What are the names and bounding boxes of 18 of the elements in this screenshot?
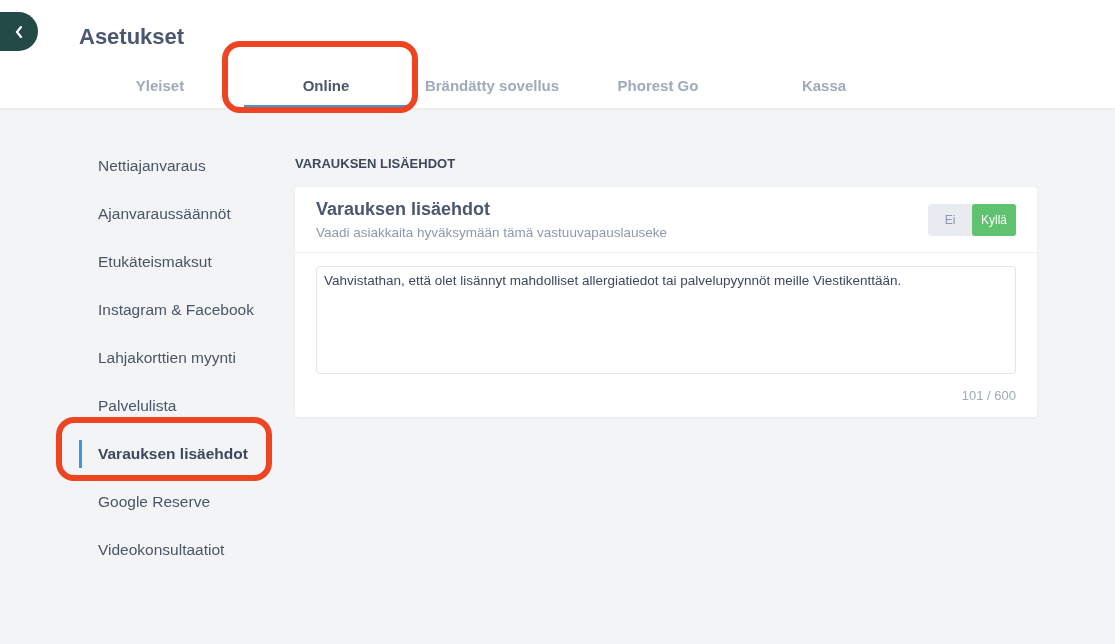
section-heading: VARAUKSEN LISÄEHDOT — [295, 155, 457, 171]
sidebar-item[interactable]: Videokonsultaatiot — [79, 536, 225, 564]
text-area[interactable]: Vahvistathan, että olet lisännyt mahdolliset allergiatiedot tai palvelupyynnöt meille Viestikenttään. — [316, 266, 1016, 374]
card-title: Varauksen lisäehdot — [316, 199, 492, 220]
chevron-left-icon — [15, 25, 23, 38]
sidebar-item[interactable]: Palvelulista — [79, 392, 177, 420]
tab[interactable]: Online — [244, 69, 408, 109]
sidebar-item[interactable]: Lahjakorttien myynti — [79, 344, 236, 372]
sidebar-item[interactable]: Google Reserve — [79, 488, 210, 516]
sidebar-item[interactable]: Etukäteismaksut — [79, 248, 212, 276]
sidebar-item[interactable]: Varauksen lisäehdot — [79, 440, 248, 468]
character-counter: 101 / 600 — [960, 388, 1016, 403]
sidebar-item[interactable]: Instagram & Facebook — [79, 296, 254, 324]
back-button[interactable] — [0, 12, 38, 51]
sidebar-item[interactable]: Nettiajanvaraus — [79, 152, 206, 180]
card-subtitle: Vaadi asiakkaita hyväksymään tämä vastuuvapauslauseke — [316, 225, 667, 240]
page-title: Asetukset — [79, 22, 185, 50]
sidebar-item[interactable]: Ajanvaraussäännöt — [79, 200, 231, 228]
